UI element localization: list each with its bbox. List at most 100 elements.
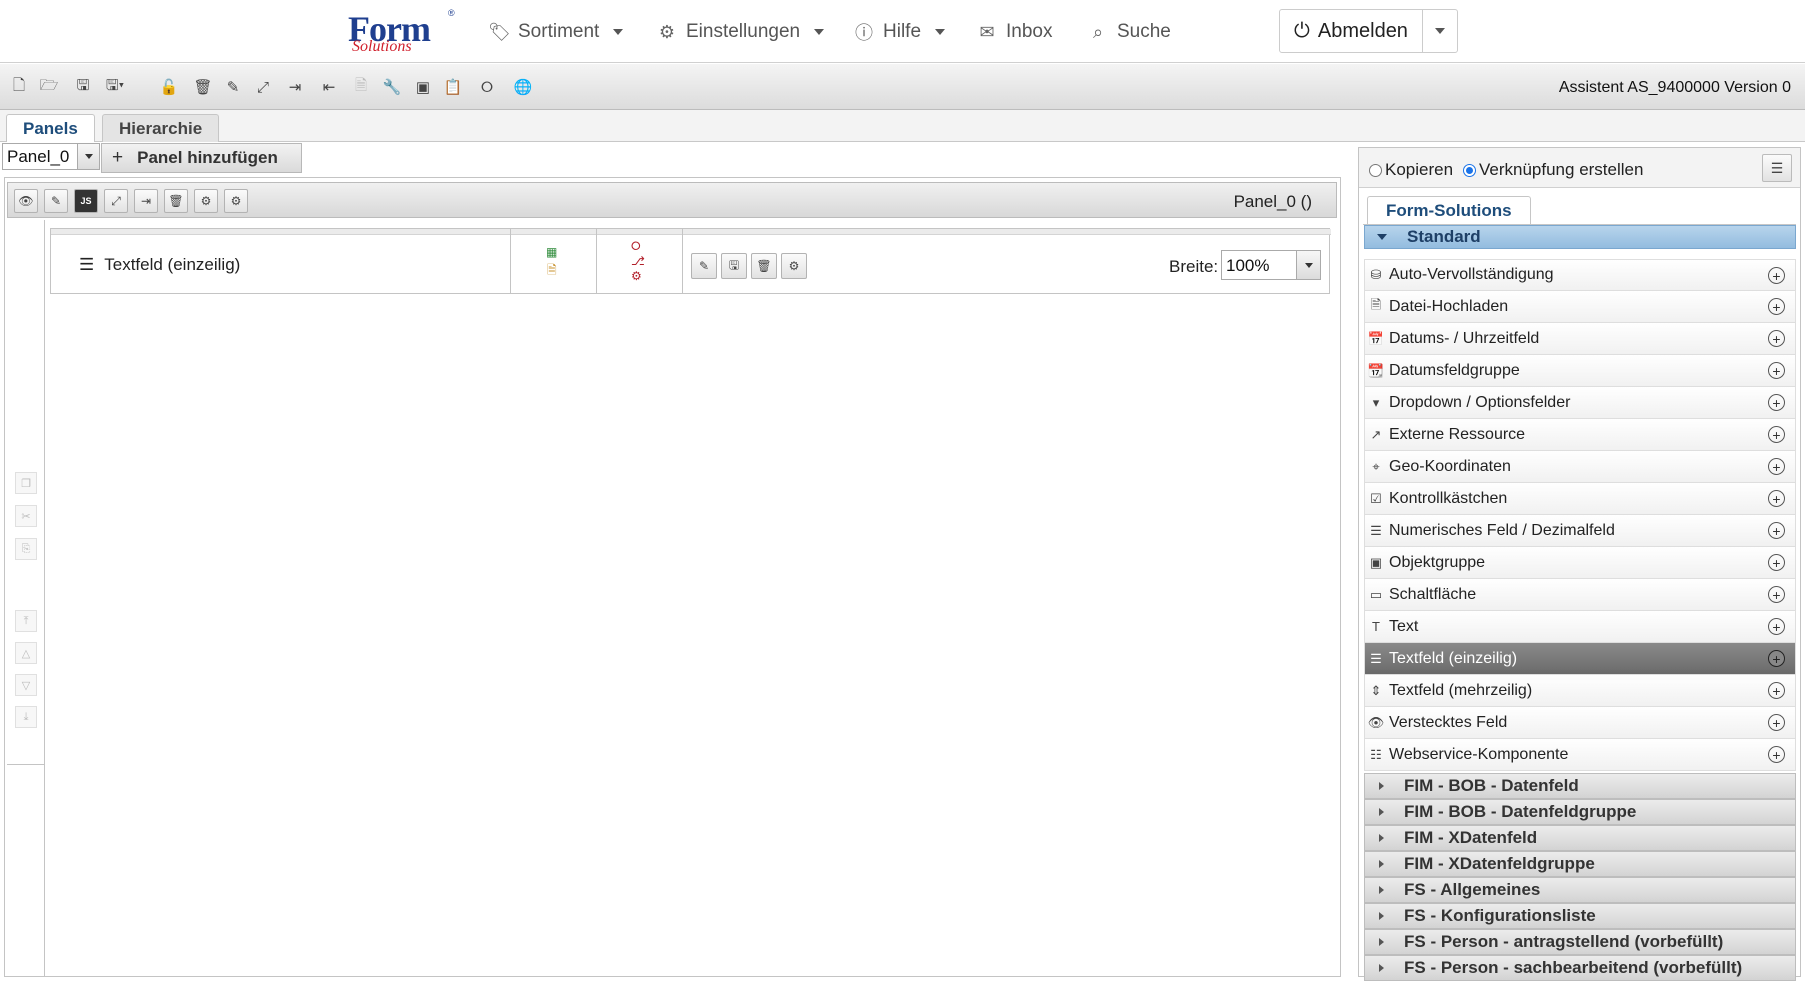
- add-circle-icon[interactable]: +: [1768, 490, 1785, 507]
- move-up-icon[interactable]: △: [15, 642, 37, 664]
- add-circle-icon[interactable]: +: [1768, 682, 1785, 699]
- add-panel-button[interactable]: + Panel hinzufügen: [101, 143, 302, 173]
- logout-button[interactable]: ⏻ Abmelden: [1280, 10, 1423, 52]
- paste-icon[interactable]: ⎘: [15, 538, 37, 560]
- edit-icon[interactable]: ✎: [44, 189, 68, 213]
- compress-icon[interactable]: ⤢: [104, 189, 128, 213]
- gears-icon[interactable]: ⚙: [781, 253, 807, 279]
- globe-icon[interactable]: 🌐: [512, 76, 534, 98]
- javascript-icon[interactable]: JS: [74, 189, 98, 213]
- add-circle-icon[interactable]: +: [1768, 267, 1785, 284]
- add-circle-icon[interactable]: +: [1768, 522, 1785, 539]
- component-item[interactable]: ⇕ Textfeld (mehrzeilig) +: [1364, 675, 1796, 707]
- preview-eye-icon[interactable]: 👁: [14, 189, 38, 213]
- trash-icon[interactable]: 🗑: [164, 189, 188, 213]
- link-nodes-icon[interactable]: ⭘: [631, 239, 641, 254]
- add-circle-icon[interactable]: +: [1768, 458, 1785, 475]
- component-item[interactable]: ☷ Webservice-Komponente +: [1364, 739, 1796, 771]
- compress-icon[interactable]: ⤢: [252, 76, 274, 98]
- export-icon[interactable]: ⇥: [134, 189, 158, 213]
- open-folder-icon[interactable]: 🗁: [38, 76, 60, 98]
- group-header[interactable]: FS - Konfigurationsliste: [1364, 903, 1796, 929]
- save-icon[interactable]: 🖫: [721, 253, 747, 279]
- export-icon[interactable]: ⇥: [284, 76, 306, 98]
- component-item[interactable]: ☰ Textfeld (einzeilig) +: [1364, 643, 1796, 675]
- component-item[interactable]: ▣ Objektgruppe +: [1364, 547, 1796, 579]
- group-header[interactable]: FS - Allgemeines: [1364, 877, 1796, 903]
- add-circle-icon[interactable]: +: [1768, 714, 1785, 731]
- width-select[interactable]: 100%: [1221, 250, 1321, 280]
- import-icon[interactable]: ⇤: [318, 76, 340, 98]
- add-circle-icon[interactable]: +: [1768, 746, 1785, 763]
- network-icon[interactable]: ⭘: [476, 76, 498, 98]
- group-header[interactable]: FS - Person - sachbearbeitend (vorbefüll…: [1364, 955, 1796, 981]
- save-icon[interactable]: 🖫: [72, 76, 94, 98]
- field-row[interactable]: ☰ Textfeld (einzeilig) ▦ 🗎 ⭘ ⎇ ⚙ ✎ 🖫 🗑 ⚙…: [50, 228, 1331, 294]
- move-down-icon[interactable]: ▽: [15, 674, 37, 696]
- nav-suche[interactable]: ⌕ Suche: [1087, 18, 1171, 46]
- nav-inbox[interactable]: ✉ Inbox: [976, 18, 1052, 46]
- gears-icon[interactable]: ⚙: [194, 189, 218, 213]
- add-circle-icon[interactable]: +: [1768, 362, 1785, 379]
- component-item[interactable]: ☰ Numerisches Feld / Dezimalfeld +: [1364, 515, 1796, 547]
- copy-icon[interactable]: ❐: [15, 472, 37, 494]
- edit-icon[interactable]: ✎: [691, 253, 717, 279]
- group-header[interactable]: FS - Person - antragstellend (vorbefüllt…: [1364, 929, 1796, 955]
- add-circle-icon[interactable]: +: [1768, 330, 1785, 347]
- nav-einstellungen[interactable]: ⚙ Einstellungen: [656, 18, 825, 46]
- component-item[interactable]: 📅 Datums- / Uhrzeitfeld +: [1364, 323, 1796, 355]
- component-item[interactable]: ↗ Externe Ressource +: [1364, 419, 1796, 451]
- gear-icon[interactable]: ⚙: [224, 189, 248, 213]
- component-item[interactable]: ⌖ Geo-Koordinaten +: [1364, 451, 1796, 483]
- add-circle-icon[interactable]: +: [1768, 618, 1785, 635]
- group-standard[interactable]: Standard: [1364, 225, 1796, 249]
- component-item[interactable]: T Text +: [1364, 611, 1796, 643]
- radio-kopieren[interactable]: Kopieren: [1369, 160, 1453, 180]
- gears-icon[interactable]: ⚙: [631, 269, 642, 283]
- unlock-icon[interactable]: 🔓: [158, 76, 180, 98]
- tab-panels[interactable]: Panels: [6, 114, 95, 142]
- edit-file-icon[interactable]: ✎: [222, 76, 244, 98]
- group-header[interactable]: FIM - BOB - Datenfeld: [1364, 773, 1796, 799]
- chevron-down-icon[interactable]: [1296, 251, 1320, 279]
- component-item[interactable]: ▭ Schaltfläche +: [1364, 579, 1796, 611]
- add-circle-icon[interactable]: +: [1768, 554, 1785, 571]
- new-file-icon[interactable]: 🗋: [8, 76, 30, 98]
- file-warning-icon[interactable]: 🗎: [547, 261, 557, 282]
- document-icon[interactable]: 🗎: [350, 76, 372, 98]
- trash-icon[interactable]: 🗑: [751, 253, 777, 279]
- component-item[interactable]: 📆 Datumsfeldgruppe +: [1364, 355, 1796, 387]
- add-circle-icon[interactable]: +: [1768, 394, 1785, 411]
- logout-dropdown-button[interactable]: [1423, 10, 1457, 52]
- tab-form-solutions[interactable]: Form-Solutions: [1367, 196, 1531, 224]
- cut-icon[interactable]: ✂: [15, 505, 37, 527]
- group-header[interactable]: FIM - XDatenfeldgruppe: [1364, 851, 1796, 877]
- add-circle-icon[interactable]: +: [1768, 586, 1785, 603]
- group-header[interactable]: FIM - BOB - Datenfeldgruppe: [1364, 799, 1796, 825]
- form-solutions-logo[interactable]: Form ® Solutions: [348, 8, 458, 56]
- add-circle-icon[interactable]: +: [1768, 650, 1785, 667]
- move-top-icon[interactable]: ⤒: [15, 610, 37, 632]
- nav-hilfe[interactable]: ⓘ Hilfe: [853, 18, 946, 46]
- javascript-icon[interactable]: ▣: [412, 76, 434, 98]
- panel-select[interactable]: Panel_0: [2, 143, 100, 170]
- clipboard-icon[interactable]: 📋: [442, 76, 464, 98]
- hamburger-menu-icon[interactable]: ☰: [1762, 154, 1792, 182]
- nav-sortiment[interactable]: 🏷︎ Sortiment: [488, 18, 624, 46]
- component-item[interactable]: 🗎 Datei-Hochladen +: [1364, 291, 1796, 323]
- add-circle-icon[interactable]: +: [1768, 298, 1785, 315]
- component-item[interactable]: ☑ Kontrollkästchen +: [1364, 483, 1796, 515]
- table-icon[interactable]: ▦: [546, 245, 557, 259]
- radio-verknuepfung[interactable]: Verknüpfung erstellen: [1463, 160, 1643, 180]
- chevron-down-icon[interactable]: [77, 144, 99, 169]
- group-header[interactable]: FIM - XDatenfeld: [1364, 825, 1796, 851]
- component-item[interactable]: ⛁ Auto-Vervollständigung +: [1364, 259, 1796, 291]
- component-item[interactable]: ▾ Dropdown / Optionsfelder +: [1364, 387, 1796, 419]
- component-item[interactable]: 👁 Verstecktes Feld +: [1364, 707, 1796, 739]
- tab-hierarchie[interactable]: Hierarchie: [102, 114, 220, 142]
- move-bottom-icon[interactable]: ⤓: [15, 706, 37, 728]
- wrench-icon[interactable]: 🔧: [381, 76, 403, 98]
- code-branch-icon[interactable]: ⎇: [631, 254, 645, 268]
- trash-icon[interactable]: 🗑: [192, 76, 214, 98]
- save-as-icon[interactable]: 🖫▾: [104, 76, 126, 98]
